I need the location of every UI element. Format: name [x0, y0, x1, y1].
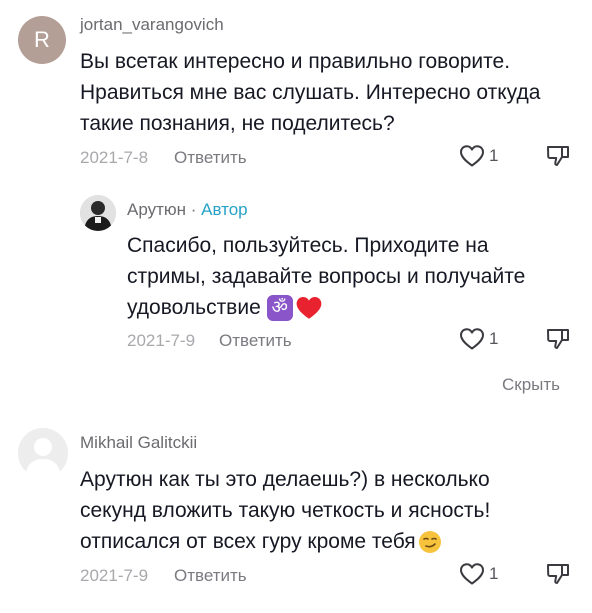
like-count: 1 [489, 329, 499, 348]
reply-button[interactable]: Ответить [174, 566, 247, 586]
comment-username[interactable]: jortan_varangovich [80, 15, 224, 35]
comment-text-line: Нравиться мне вас слушать. Интересно отк… [80, 81, 541, 104]
heart-outline-icon [460, 145, 484, 167]
reply-button[interactable]: Ответить [174, 148, 247, 168]
comment-text-line: Арутюн как ты это делаешь?) в несколько [80, 468, 490, 491]
like-button[interactable]: 1 [459, 144, 498, 168]
dislike-button[interactable] [545, 327, 571, 356]
comment-text-line: Вы всетак интересно и правильно говорите… [80, 50, 511, 73]
smirking-face-emoji [418, 530, 441, 553]
like-button[interactable]: 1 [459, 562, 498, 586]
om-emoji: ॐ [266, 294, 293, 321]
avatar[interactable] [18, 428, 68, 478]
like-count: 1 [489, 146, 499, 165]
default-user-icon [18, 428, 68, 478]
thumbs-down-icon [547, 146, 569, 166]
reply-username: Арутюн · Автор [127, 200, 248, 220]
red-heart-emoji [296, 296, 322, 319]
comment-text-line: стримы, задавайте вопросы и получайте [127, 265, 526, 288]
comment-text-line-with-emoji: удовольствие ॐ [127, 292, 323, 323]
heart-outline-icon [460, 563, 484, 585]
author-badge: Автор [201, 200, 248, 219]
avatar[interactable]: R [18, 16, 66, 64]
avatar-letter: R [34, 27, 50, 52]
reply-username-name[interactable]: Арутюн [127, 200, 186, 219]
thumbs-down-icon [547, 329, 569, 349]
comment-date: 2021-7-9 [80, 566, 149, 585]
like-count: 1 [489, 564, 499, 583]
dislike-button[interactable] [545, 562, 571, 591]
reply-button[interactable]: Ответить [219, 331, 292, 351]
dislike-button[interactable] [545, 144, 571, 173]
comment-text-line: секунд вложить такую четкость и ясность! [80, 499, 491, 522]
comment-text-fragment: отписался от всех гуру кроме тебя [80, 530, 416, 553]
username-separator: · [186, 200, 202, 219]
comment-text-line-with-emoji: отписался от всех гуру кроме тебя [80, 526, 442, 557]
comment-text-fragment: удовольствие [127, 296, 261, 319]
like-button[interactable]: 1 [459, 327, 498, 351]
hide-replies-button[interactable]: Скрыть [502, 375, 560, 395]
comment-username[interactable]: Mikhail Galitckii [80, 433, 197, 453]
person-photo-icon [80, 195, 116, 231]
comment-text-line: такие познания, не поделитесь? [80, 112, 395, 135]
heart-outline-icon [460, 328, 484, 350]
comment-date: 2021-7-9 [127, 331, 196, 350]
comment-date: 2021-7-8 [80, 148, 149, 167]
thumbs-down-icon [547, 564, 569, 584]
comment-text-line: Спасибо, пользуйтесь. Приходите на [127, 234, 489, 257]
author-avatar[interactable] [80, 195, 116, 231]
